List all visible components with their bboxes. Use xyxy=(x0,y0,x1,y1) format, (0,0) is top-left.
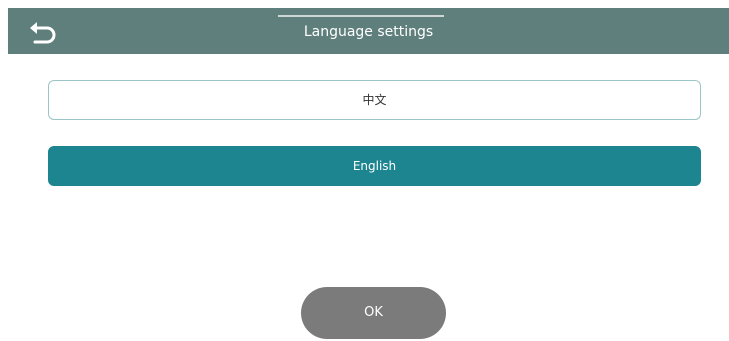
page-title: Language settings xyxy=(303,24,434,40)
language-option-chinese[interactable]: 中文 xyxy=(48,80,701,120)
language-option-english[interactable]: English xyxy=(48,146,701,186)
header-bar: Language settings xyxy=(8,8,729,54)
ok-button[interactable]: OK xyxy=(301,287,446,339)
